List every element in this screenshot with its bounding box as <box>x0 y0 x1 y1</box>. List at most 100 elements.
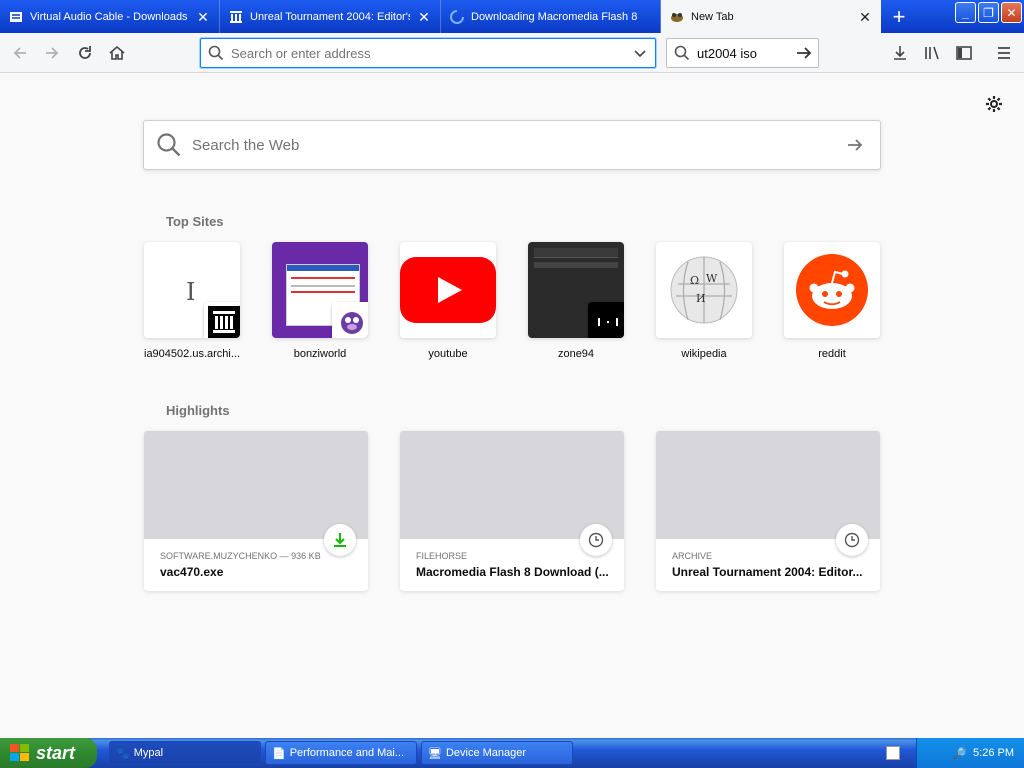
arrow-right-icon[interactable] <box>846 138 864 152</box>
highlight-preview <box>656 431 880 539</box>
search-bar[interactable]: ut2004 iso <box>666 38 819 68</box>
taskbar-item-performance[interactable]: 📄 Performance and Mai... <box>265 741 417 765</box>
taskbar: start 🐾 Mypal 📄 Performance and Mai... 🖥… <box>0 738 1024 768</box>
youtube-logo-icon <box>400 242 496 338</box>
svg-text:W: W <box>706 272 718 285</box>
tab-unreal-tournament[interactable]: Unreal Tournament 2004: Editor's ✕ <box>220 0 441 33</box>
web-search-box[interactable]: Search the Web <box>143 120 881 170</box>
reddit-logo-icon <box>784 242 880 338</box>
vac-favicon-icon <box>8 9 24 25</box>
highlight-preview <box>400 431 624 539</box>
highlight-title: vac470.exe <box>160 565 224 579</box>
download-icon <box>324 524 356 556</box>
highlight-title: Macromedia Flash 8 Download (... <box>416 565 609 579</box>
minimize-button[interactable]: _ <box>955 2 976 23</box>
arrow-right-icon[interactable] <box>790 46 818 60</box>
clock: 5:26 PM <box>973 747 1014 759</box>
newtab-favicon-icon <box>669 9 685 25</box>
chevron-down-icon[interactable] <box>625 46 655 60</box>
web-search-placeholder: Search the Web <box>192 136 300 154</box>
tab-bar: Virtual Audio Cable - Downloads ✕ Unreal… <box>0 0 1024 33</box>
top-site-youtube[interactable]: youtube <box>400 242 496 360</box>
top-sites-heading: Top Sites <box>166 214 224 229</box>
toolbar-buttons <box>884 37 1020 69</box>
taskbar-item-label: Performance and Mai... <box>289 747 405 759</box>
sidebar-toggle-button[interactable] <box>948 37 980 69</box>
taskbar-item-mypal[interactable]: 🐾 Mypal <box>109 741 261 765</box>
top-site-wikipedia[interactable]: Ω W И wikipedia <box>656 242 752 360</box>
keyboard-tray-icon[interactable] <box>886 746 900 760</box>
navigation-toolbar: ut2004 iso <box>0 33 1024 73</box>
top-site-bonziworld[interactable]: bonziworld <box>272 242 368 360</box>
page-preview <box>534 248 618 258</box>
highlights-heading: Highlights <box>166 403 230 418</box>
site-label: zone94 <box>557 348 595 360</box>
search-icon <box>156 132 182 158</box>
taskbar-item-device-manager[interactable]: 🖥 Device Manager <box>421 741 573 765</box>
reload-button[interactable] <box>69 37 101 69</box>
gear-icon[interactable] <box>984 94 1004 114</box>
highlight-card-ut2004[interactable]: ARCHIVE Unreal Tournament 2004: Editor..… <box>656 431 880 591</box>
home-button[interactable] <box>101 37 133 69</box>
highlight-card-flash8[interactable]: FILEHORSE Macromedia Flash 8 Download (.… <box>400 431 624 591</box>
highlight-host: FILEHORSE <box>416 551 468 561</box>
tab-title: Downloading Macromedia Flash 8 <box>471 10 638 23</box>
menu-button[interactable] <box>988 37 1020 69</box>
archive-logo-icon <box>204 302 240 338</box>
svg-text:Ω: Ω <box>690 274 699 287</box>
highlight-card-vac470[interactable]: SOFTWARE.MUZYCHENKO — 936 KB vac470.exe <box>144 431 368 591</box>
loading-spinner-icon <box>449 9 465 25</box>
tab-virtual-audio-cable[interactable]: Virtual Audio Cable - Downloads ✕ <box>0 0 220 33</box>
top-site-zone94[interactable]: zone94 <box>528 242 624 360</box>
tab-title: New Tab <box>691 10 734 23</box>
bonzi-mascot-icon <box>332 302 368 338</box>
archive-favicon-icon <box>228 9 244 25</box>
highlight-host: SOFTWARE.MUZYCHENKO — 936 KB <box>160 551 321 561</box>
wikipedia-logo-icon: Ω W И <box>656 242 752 338</box>
site-thumbnail: I <box>144 242 240 338</box>
back-button[interactable] <box>4 37 36 69</box>
start-button[interactable]: start <box>0 738 97 768</box>
window-controls: _ ❐ ✕ <box>955 0 1024 33</box>
close-tab-icon[interactable]: ✕ <box>195 9 211 25</box>
svg-text:И: И <box>696 292 706 305</box>
site-label: reddit <box>818 348 846 360</box>
site-label: wikipedia <box>681 348 727 360</box>
tab-title: Virtual Audio Cable - Downloads <box>30 10 188 23</box>
text-cursor-icon: I <box>186 278 196 306</box>
windows-logo-icon <box>10 744 30 762</box>
site-label: youtube <box>428 348 468 360</box>
address-bar[interactable] <box>200 38 656 68</box>
highlight-preview <box>144 431 368 539</box>
site-thumbnail <box>272 242 368 338</box>
close-window-button[interactable]: ✕ <box>1001 2 1022 23</box>
system-tray: 🔎 5:26 PM <box>916 738 1024 768</box>
performance-icon: 📄 <box>272 747 286 760</box>
downloads-button[interactable] <box>884 37 916 69</box>
site-label: ia904502.us.archi... <box>144 348 240 360</box>
search-icon <box>667 45 697 61</box>
mypal-icon: 🐾 <box>116 747 130 760</box>
tab-title: Unreal Tournament 2004: Editor's <box>250 10 410 23</box>
library-button[interactable] <box>916 37 948 69</box>
taskbar-item-label: Mypal <box>133 747 164 759</box>
close-tab-icon[interactable]: ✕ <box>416 9 432 25</box>
top-site-reddit[interactable]: reddit <box>784 242 880 360</box>
top-site-archive[interactable]: I ia904502.us.archi... <box>144 242 240 360</box>
tab-new-tab[interactable]: New Tab ✕ <box>661 0 881 33</box>
address-input[interactable] <box>231 45 625 61</box>
network-icon[interactable]: 🔎 <box>953 747 967 760</box>
start-label: start <box>36 742 76 763</box>
clock-icon <box>580 524 612 556</box>
site-thumbnail <box>528 242 624 338</box>
close-tab-icon[interactable]: ✕ <box>857 9 873 25</box>
search-query[interactable]: ut2004 iso <box>697 46 790 61</box>
device-manager-icon: 🖥 <box>428 747 442 760</box>
clock-icon <box>836 524 868 556</box>
highlight-host: ARCHIVE <box>672 551 713 561</box>
forward-button[interactable] <box>36 37 68 69</box>
tab-macromedia-flash[interactable]: Downloading Macromedia Flash 8 <box>441 0 661 33</box>
maximize-button[interactable]: ❐ <box>978 2 999 23</box>
highlight-title: Unreal Tournament 2004: Editor... <box>672 565 863 579</box>
new-tab-button[interactable]: + <box>881 0 917 33</box>
